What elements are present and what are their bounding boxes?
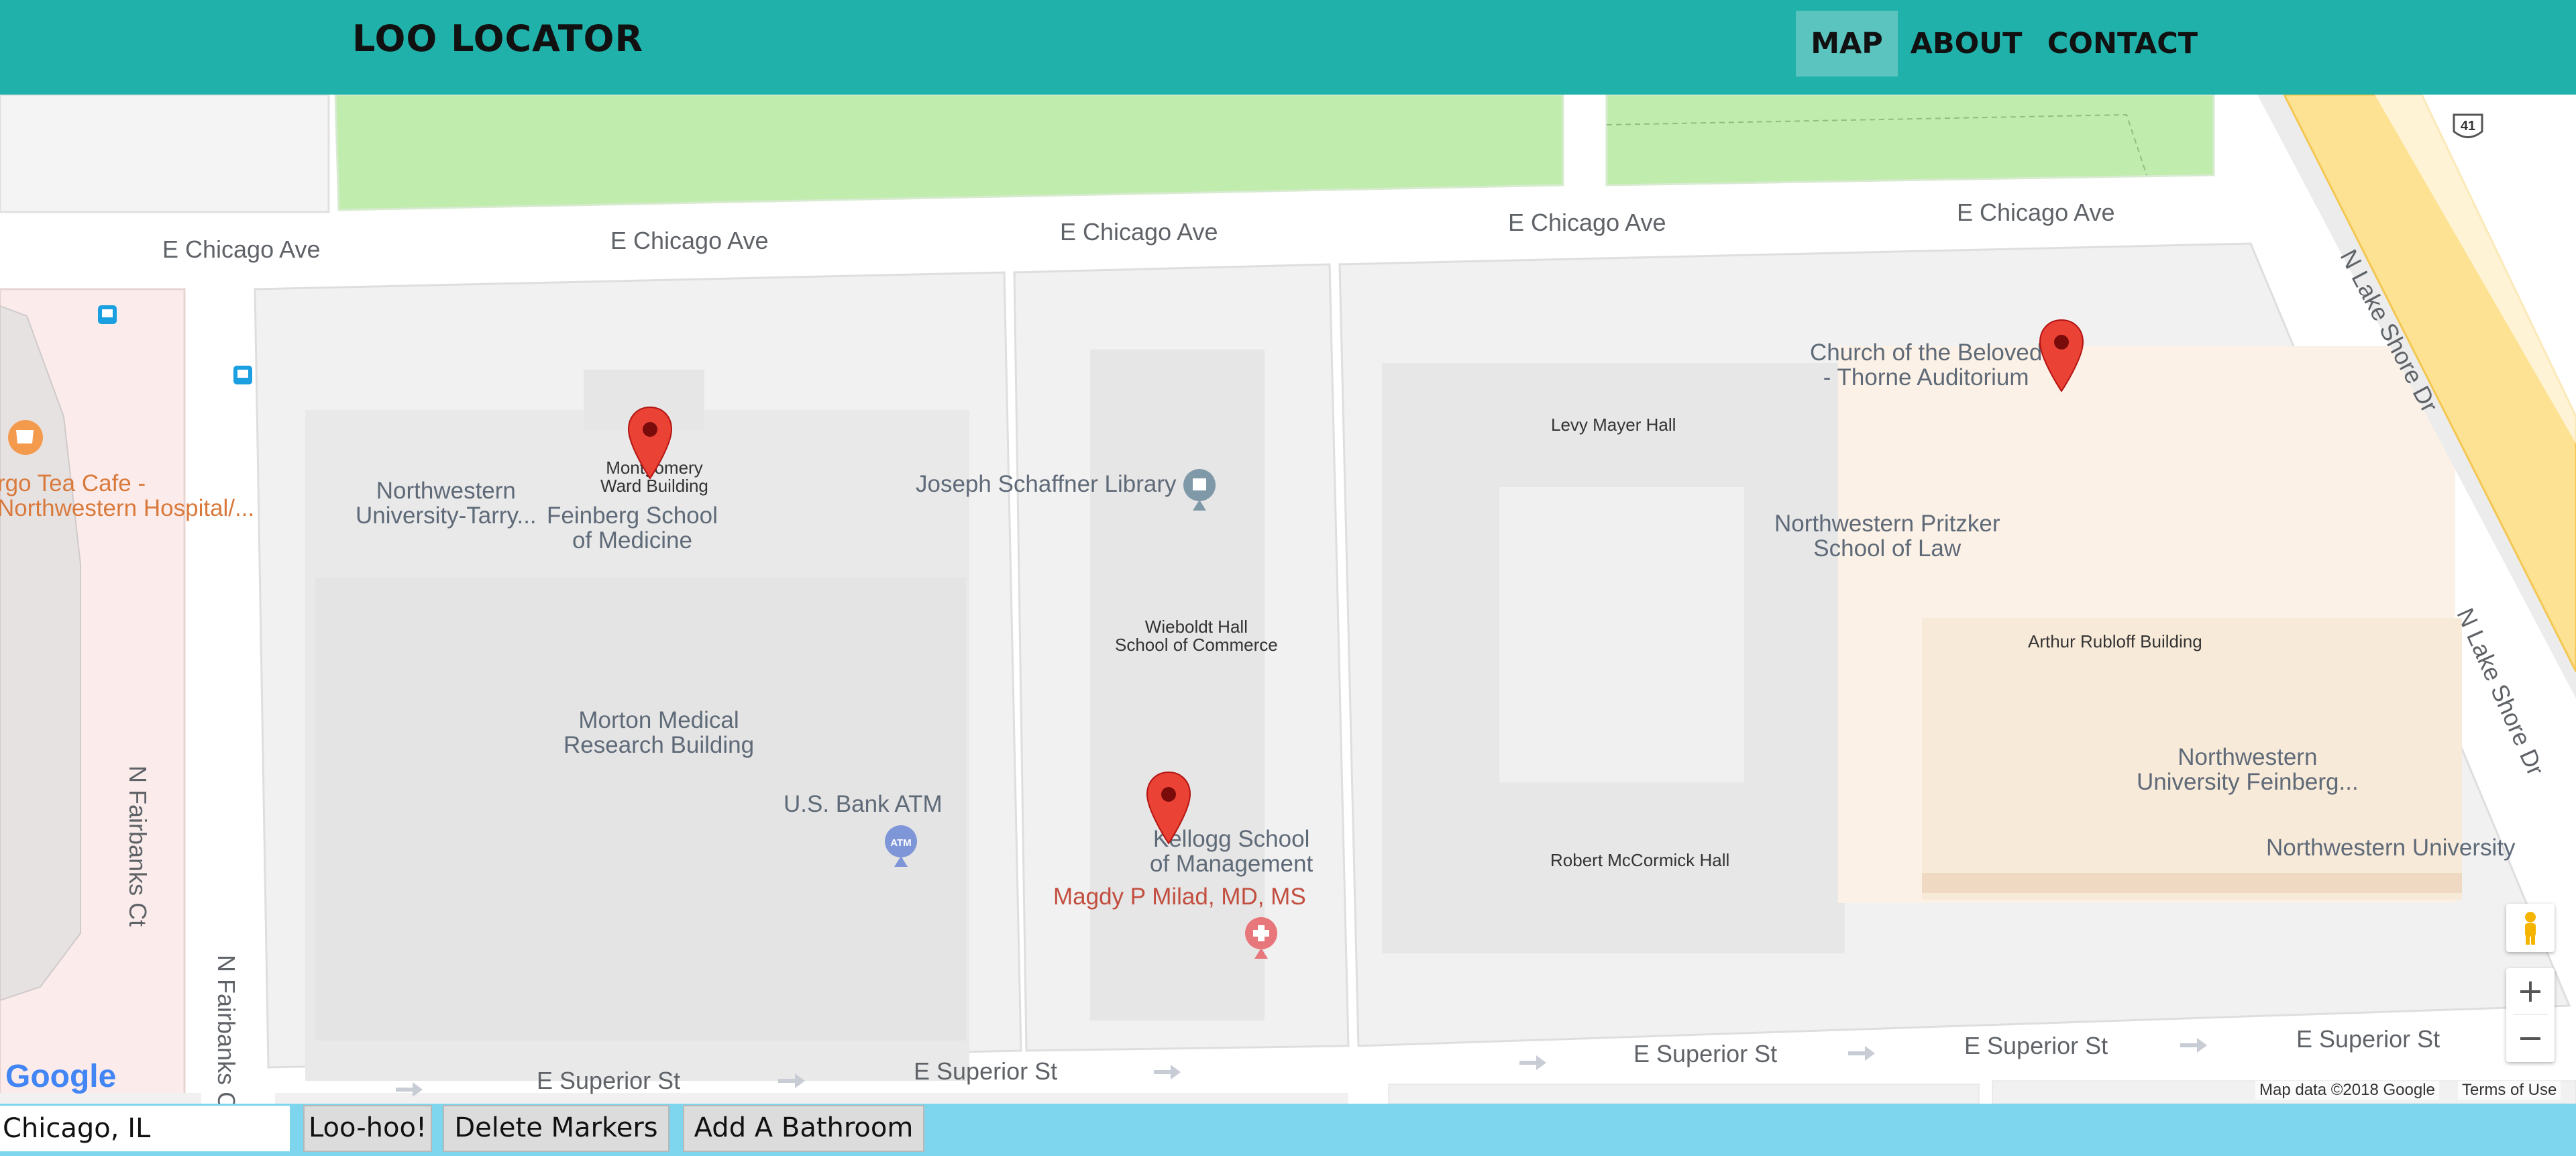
street-label-fairbanks-ct-cut: N Fairbanks C (213, 955, 240, 1104)
add-bathroom-button[interactable]: Add A Bathroom (683, 1105, 924, 1152)
terms-of-use-link[interactable]: Terms of Use (2458, 1081, 2561, 1100)
poi-label-milad[interactable]: Magdy P Milad, MD, MS (1053, 884, 1306, 910)
poi-label-schaffner-library[interactable]: Joseph Schaffner Library (916, 472, 1176, 497)
map-marker-pin[interactable] (2038, 319, 2085, 394)
app-header: LOO LOCATOR MAP ABOUT CONTACT (0, 0, 2576, 95)
location-input[interactable] (0, 1106, 290, 1151)
street-label-chicago-ave: E Chicago Ave (610, 227, 769, 254)
street-label-chicago-ave: E Chicago Ave (1508, 209, 1666, 236)
nav-about[interactable]: ABOUT (1909, 11, 2023, 76)
street-label-superior-st: E Superior St (914, 1057, 1058, 1085)
poi-label-pritzker-law: Northwestern Pritzker School of Law (1774, 511, 2000, 562)
zoom-in-button[interactable]: + (2506, 968, 2555, 1014)
poi-label-rubloff: Arthur Rubloff Building (2028, 631, 2202, 651)
poi-label-wieboldt: Wieboldt Hall School of Commerce (1115, 617, 1278, 655)
street-label-chicago-ave: E Chicago Ave (1060, 218, 1218, 246)
poi-label-levy-mayer: Levy Mayer Hall (1551, 415, 1676, 435)
street-label-fairbanks-ct: N Fairbanks Ct (124, 766, 152, 927)
poi-label-usbank-atm[interactable]: U.S. Bank ATM (784, 792, 943, 817)
route-41-shield-label: 41 (2461, 119, 2475, 134)
poi-label-nw-tarry: Northwestern University-Tarry... (356, 478, 537, 529)
map-data-attribution: Map data ©2018 Google (2255, 1081, 2439, 1100)
street-label-superior-st: E Superior St (1633, 1040, 1778, 1067)
delete-markers-button[interactable]: Delete Markers (443, 1105, 669, 1152)
street-label-chicago-ave: E Chicago Ave (1957, 199, 2115, 226)
brand-logo[interactable]: LOO LOCATOR (352, 17, 643, 60)
street-label-superior-st: E Superior St (2296, 1025, 2440, 1053)
zoom-controls: + − (2506, 968, 2555, 1062)
map-marker-pin[interactable] (1145, 771, 1192, 846)
zoom-out-button[interactable]: − (2506, 1015, 2555, 1061)
street-label-chicago-ave: E Chicago Ave (162, 235, 321, 263)
atm-badge-label: ATM (890, 837, 911, 849)
poi-label-nw-feinberg: Northwestern University Feinberg... (2137, 744, 2359, 795)
nav-map[interactable]: MAP (1796, 11, 1898, 76)
poi-label-argo-tea: rgo Tea Cafe - Northwestern Hospital/... (0, 470, 255, 521)
map-marker-pin[interactable] (627, 406, 674, 481)
poi-label-nw-university: Northwestern University (2266, 835, 2516, 861)
poi-label-mccormick: Robert McCormick Hall (1550, 850, 1730, 870)
map-canvas[interactable]: 41 ATM E Chicago Ave E Chicago Ave E Chi… (0, 95, 2576, 1104)
poi-label-church-beloved: Church of the Beloved - Thorne Auditorium (1810, 339, 2043, 390)
map-background: 41 ATM (0, 95, 2576, 1104)
poi-label-feinberg: Feinberg School of Medicine (547, 503, 718, 554)
street-label-superior-st: E Superior St (1964, 1032, 2108, 1059)
poi-label-morton: Morton Medical Research Building (564, 707, 755, 758)
street-view-pegman-button[interactable] (2506, 904, 2555, 952)
pegman-icon (2525, 912, 2536, 945)
google-logo[interactable]: Google (5, 1058, 116, 1095)
loo-hoo-button[interactable]: Loo-hoo! (303, 1105, 432, 1152)
street-label-superior-st: E Superior St (537, 1067, 681, 1094)
nav-contact[interactable]: CONTACT (2045, 11, 2200, 76)
